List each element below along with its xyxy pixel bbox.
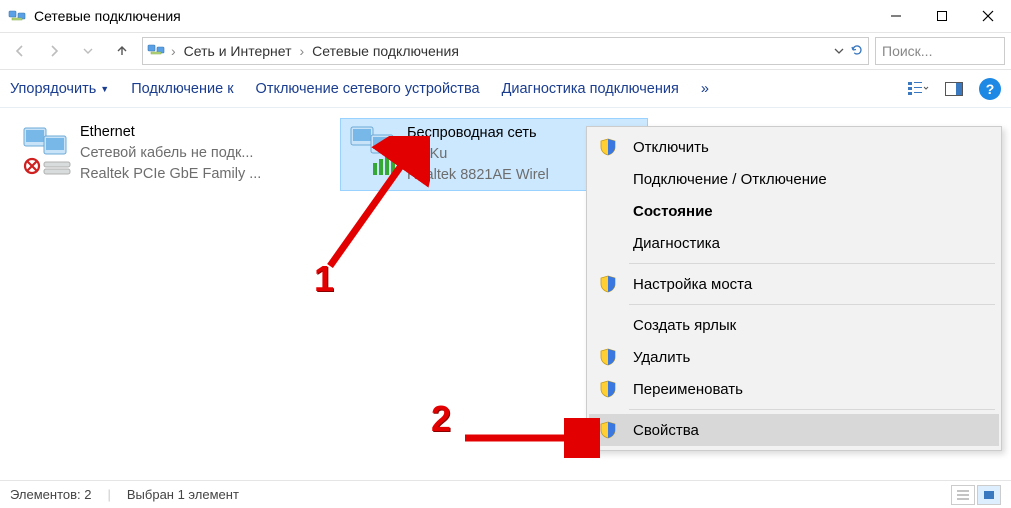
status-count: Элементов: 2: [10, 487, 91, 502]
menu-rename[interactable]: Переименовать: [589, 373, 999, 405]
view-options-button[interactable]: [907, 80, 929, 98]
network-connections-icon: [8, 7, 26, 25]
menu-separator: [629, 263, 995, 264]
chevron-right-icon: ›: [300, 43, 305, 59]
maximize-button[interactable]: [919, 0, 965, 32]
connection-ethernet[interactable]: Ethernet Сетевой кабель не подк... Realt…: [14, 118, 322, 189]
menu-properties[interactable]: Свойства: [589, 414, 999, 446]
status-selected: Выбран 1 элемент: [127, 487, 239, 502]
window-title: Сетевые подключения: [34, 8, 181, 24]
context-menu: Отключить Подключение / Отключение Состо…: [586, 126, 1002, 451]
breadcrumb-current[interactable]: Сетевые подключения: [310, 41, 461, 61]
network-connections-icon: [147, 41, 165, 62]
menu-status[interactable]: Состояние: [589, 195, 999, 227]
menu-diagnose[interactable]: Диагностика: [589, 227, 999, 259]
annotation-arrow: [460, 418, 600, 458]
chevron-right-icon: ›: [171, 43, 176, 59]
nav-forward-button[interactable]: [40, 37, 68, 65]
address-bar[interactable]: › Сеть и Интернет › Сетевые подключения: [142, 37, 869, 65]
address-dropdown-icon[interactable]: [834, 43, 844, 60]
breadcrumb-parent[interactable]: Сеть и Интернет: [182, 41, 294, 61]
content-area: Ethernet Сетевой кабель не подк... Realt…: [0, 108, 1011, 470]
help-button[interactable]: ?: [979, 78, 1001, 100]
ethernet-icon: [18, 122, 74, 178]
preview-pane-button[interactable]: [945, 82, 963, 96]
refresh-button[interactable]: [850, 43, 864, 60]
minimize-button[interactable]: [873, 0, 919, 32]
menu-separator: [629, 409, 995, 410]
view-icons-button[interactable]: [977, 485, 1001, 505]
shield-icon: [599, 421, 617, 439]
diagnose-button[interactable]: Диагностика подключения: [502, 81, 679, 97]
titlebar: Сетевые подключения: [0, 0, 1011, 32]
view-details-button[interactable]: [951, 485, 975, 505]
connection-device: Realtek PCIe GbE Family ...: [80, 164, 261, 185]
nav-back-button[interactable]: [6, 37, 34, 65]
menu-separator: [629, 304, 995, 305]
toolbar: Упорядочить ▼ Подключение к Отключение с…: [0, 70, 1011, 108]
menu-delete[interactable]: Удалить: [589, 341, 999, 373]
close-button[interactable]: [965, 0, 1011, 32]
disable-device-button[interactable]: Отключение сетевого устройства: [256, 81, 480, 97]
connect-to-button[interactable]: Подключение к: [131, 81, 233, 97]
shield-icon: [599, 138, 617, 156]
menu-bridge[interactable]: Настройка моста: [589, 268, 999, 300]
search-input[interactable]: Поиск...: [875, 37, 1005, 65]
organize-menu[interactable]: Упорядочить ▼: [10, 81, 109, 97]
more-commands-button[interactable]: »: [701, 81, 709, 97]
chevron-down-icon: ▼: [100, 84, 109, 94]
menu-create-shortcut[interactable]: Создать ярлык: [589, 309, 999, 341]
shield-icon: [599, 380, 617, 398]
shield-icon: [599, 275, 617, 293]
shield-icon: [599, 348, 617, 366]
status-bar: Элементов: 2 | Выбран 1 элемент: [0, 480, 1011, 508]
annotation-label: 1: [314, 258, 334, 300]
address-row: › Сеть и Интернет › Сетевые подключения …: [0, 32, 1011, 70]
connection-status: Сетевой кабель не подк...: [80, 143, 261, 164]
menu-connect-disconnect[interactable]: Подключение / Отключение: [589, 163, 999, 195]
nav-recent-dropdown[interactable]: [74, 37, 102, 65]
menu-disable[interactable]: Отключить: [589, 131, 999, 163]
connection-name: Ethernet: [80, 122, 261, 143]
nav-up-button[interactable]: [108, 37, 136, 65]
annotation-label: 2: [431, 398, 451, 440]
annotation-arrow: [300, 136, 430, 276]
